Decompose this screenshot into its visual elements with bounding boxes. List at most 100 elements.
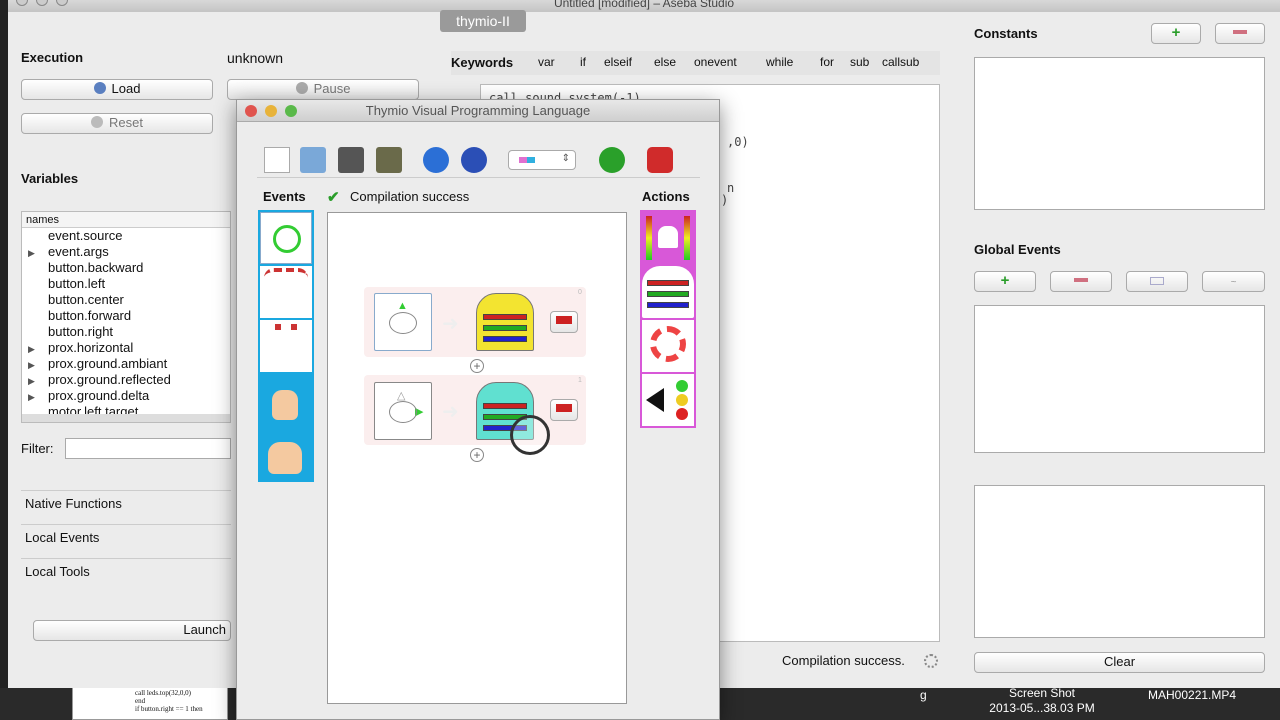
program-scene[interactable]: ▲ ➜ 0 + △ ▶ ➜ 1 + — [327, 212, 627, 704]
color-scheme-select[interactable]: ⇕ — [508, 150, 576, 170]
plot-icon: ~ — [1230, 277, 1237, 288]
plus-icon: + — [1000, 272, 1010, 289]
keyword-while[interactable]: while — [766, 55, 793, 69]
send-event-button[interactable] — [1126, 271, 1188, 292]
reset-button[interactable]: Reset — [21, 113, 213, 134]
global-events-list[interactable] — [974, 305, 1265, 453]
editor-status: Compilation success. — [782, 653, 905, 668]
keyword-var[interactable]: var — [538, 55, 555, 69]
add-pair-icon[interactable]: + — [470, 448, 484, 462]
desktop-thumbnail[interactable]: call leds.top(32,0,0) end if button.righ… — [72, 684, 228, 720]
save-icon[interactable] — [338, 147, 364, 173]
color-action-block[interactable] — [642, 266, 694, 318]
variables-header[interactable]: names — [22, 212, 230, 228]
add-event-button[interactable]: + — [974, 271, 1036, 292]
variable-row[interactable]: ▶ prox.ground.reflected — [22, 372, 230, 388]
global-events-title: Global Events — [974, 242, 1061, 257]
keyword-sub[interactable]: sub — [850, 55, 869, 69]
variable-row[interactable]: button.forward — [22, 308, 230, 324]
variable-row[interactable]: ▶ event.args — [22, 244, 230, 260]
arrow-right-icon: ➜ — [442, 401, 459, 423]
divider — [21, 558, 231, 559]
add-constant-button[interactable]: + — [1151, 23, 1201, 44]
close-icon[interactable] — [16, 0, 28, 6]
launch-button[interactable]: Launch — [33, 620, 231, 641]
variable-row[interactable]: button.right — [22, 324, 230, 340]
button-event-card[interactable]: △ ▶ — [374, 382, 432, 440]
event-log[interactable] — [974, 485, 1265, 638]
filter-input[interactable] — [65, 438, 231, 459]
variable-row[interactable]: button.left — [22, 276, 230, 292]
thumb-line: if button.right == 1 then — [135, 705, 203, 713]
top-color-action-card[interactable] — [476, 293, 534, 351]
button-event-block[interactable] — [260, 212, 312, 264]
minimize-icon[interactable] — [265, 105, 277, 117]
run-icon[interactable] — [423, 147, 449, 173]
settings-gear-icon[interactable] — [924, 654, 938, 668]
tap-event-block[interactable] — [260, 374, 312, 426]
variable-name: prox.ground.reflected — [48, 372, 171, 387]
variable-row[interactable]: ▶ prox.horizontal — [22, 340, 230, 356]
stop-icon[interactable] — [461, 147, 487, 173]
delete-pair-button[interactable] — [550, 311, 578, 333]
remove-icon — [556, 316, 572, 324]
advanced-mode-icon[interactable] — [599, 147, 625, 173]
keyword-callsub[interactable]: callsub — [882, 55, 919, 69]
variable-row[interactable]: button.backward — [22, 260, 230, 276]
button-event-card[interactable]: ▲ — [374, 293, 432, 351]
keyword-onevent[interactable]: onevent — [694, 55, 737, 69]
variable-name: button.center — [48, 292, 124, 307]
variable-row[interactable]: event.source — [22, 228, 230, 244]
prox-event-block[interactable] — [260, 266, 312, 318]
save-as-icon[interactable] — [376, 147, 402, 173]
variables-table[interactable]: names event.source ▶ event.args button.back… — [21, 211, 231, 423]
open-folder-icon[interactable] — [300, 147, 326, 173]
remove-constant-button[interactable] — [1215, 23, 1265, 44]
new-file-icon[interactable] — [264, 147, 290, 173]
circle-leds-action-block[interactable] — [642, 320, 694, 372]
delete-pair-button[interactable] — [550, 399, 578, 421]
zoom-icon[interactable] — [56, 0, 68, 6]
pause-button[interactable]: Pause — [227, 79, 419, 100]
file-name: Screen Shot — [1008, 686, 1076, 700]
ground-event-block[interactable] — [260, 320, 312, 372]
desktop-screenshot-file[interactable]: Screen Shot 2013-05...38.03 PM — [975, 686, 1109, 716]
clear-button[interactable]: Clear — [974, 652, 1265, 673]
plot-event-button[interactable]: ~ — [1202, 271, 1265, 292]
variables-scrollbar[interactable] — [22, 414, 230, 422]
clap-hands-icon — [268, 442, 302, 474]
keyword-elseif[interactable]: elseif — [604, 55, 632, 69]
local-events-section[interactable]: Local Events — [25, 530, 99, 545]
disclosure-triangle-icon[interactable]: ▶ — [22, 341, 48, 357]
local-tools-section[interactable]: Local Tools — [25, 564, 90, 579]
keyword-else[interactable]: else — [654, 55, 676, 69]
close-icon[interactable] — [245, 105, 257, 117]
constants-title: Constants — [974, 26, 1038, 41]
disclosure-triangle-icon[interactable]: ▶ — [22, 357, 48, 373]
robot-tab[interactable]: thymio-II — [440, 10, 526, 32]
desktop-video-file[interactable]: MAH00221.MP4 — [1148, 688, 1236, 702]
constants-list[interactable] — [974, 57, 1265, 210]
hand-icon — [272, 390, 298, 420]
keyword-for[interactable]: for — [820, 55, 834, 69]
disclosure-triangle-icon[interactable]: ▶ — [22, 373, 48, 389]
native-functions-section[interactable]: Native Functions — [25, 496, 122, 511]
sound-action-block[interactable] — [642, 374, 694, 426]
zoom-icon[interactable] — [285, 105, 297, 117]
motor-action-block[interactable] — [642, 212, 694, 264]
remove-event-button[interactable] — [1050, 271, 1112, 292]
remove-icon — [556, 404, 572, 412]
clap-event-block[interactable] — [260, 428, 312, 480]
keyword-if[interactable]: if — [580, 55, 586, 69]
minimize-icon[interactable] — [36, 0, 48, 6]
variable-row[interactable]: ▶ prox.ground.ambiant — [22, 356, 230, 372]
load-button[interactable]: Load — [21, 79, 213, 100]
variable-name: button.right — [48, 324, 114, 339]
variable-name: prox.ground.delta — [48, 388, 150, 403]
variable-row[interactable]: ▶ prox.ground.delta — [22, 388, 230, 404]
disclosure-triangle-icon[interactable]: ▶ — [22, 389, 48, 405]
disclosure-triangle-icon[interactable]: ▶ — [22, 245, 48, 261]
add-pair-icon[interactable]: + — [470, 359, 484, 373]
quit-icon[interactable] — [647, 147, 673, 173]
variable-row[interactable]: button.center — [22, 292, 230, 308]
